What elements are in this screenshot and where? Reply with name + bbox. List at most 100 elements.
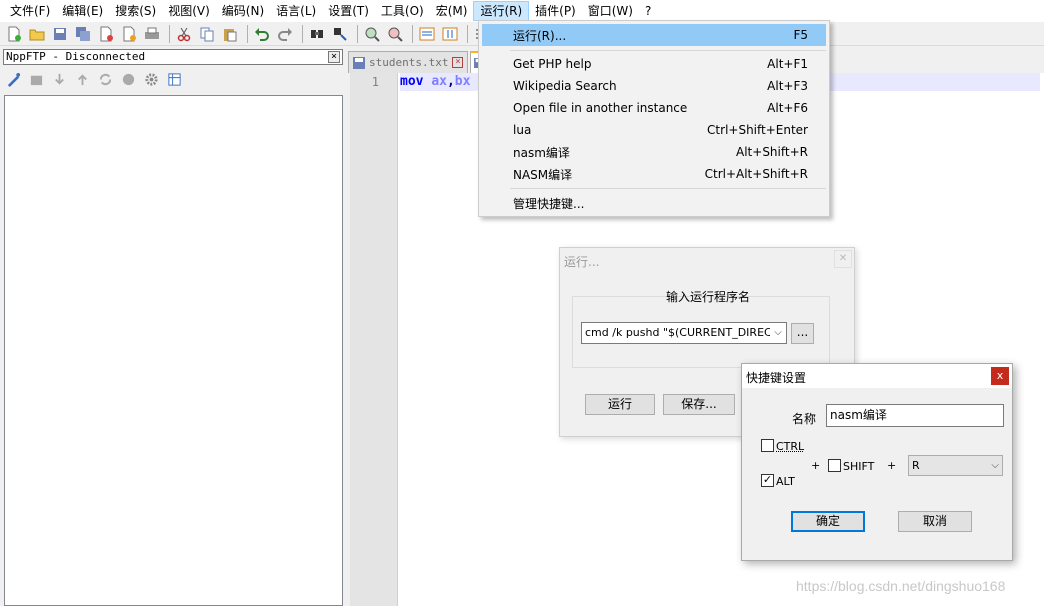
browse-button[interactable]: ... bbox=[791, 323, 814, 344]
chevron-down-icon[interactable]: ⌵ bbox=[770, 323, 786, 343]
new-file-icon[interactable] bbox=[4, 24, 24, 44]
connect-icon[interactable] bbox=[4, 70, 22, 88]
menu-item-shortcut: F5 bbox=[793, 28, 808, 42]
nppftp-panel: NppFTP - Disconnected × bbox=[0, 46, 346, 606]
close-icon[interactable]: x bbox=[991, 367, 1009, 385]
alt-label: ALT bbox=[776, 475, 795, 488]
menu-item-label: Wikipedia Search bbox=[513, 79, 617, 93]
plus-sign: + bbox=[811, 459, 821, 472]
watermark: https://blog.csdn.net/dingshuo168 bbox=[796, 578, 1006, 594]
save-icon bbox=[353, 56, 365, 69]
ctrl-label: CTRL bbox=[776, 440, 805, 453]
close-all-icon[interactable] bbox=[119, 24, 139, 44]
dialog-title: 运行... bbox=[564, 255, 600, 269]
menu-item-label: 运行(R)... bbox=[513, 28, 567, 43]
paste-icon[interactable] bbox=[220, 24, 240, 44]
shift-checkbox[interactable] bbox=[828, 459, 841, 472]
replace-icon[interactable] bbox=[330, 24, 350, 44]
cut-icon[interactable] bbox=[174, 24, 194, 44]
menu-item-shortcut: Alt+F6 bbox=[767, 101, 808, 115]
code-keyword: mov bbox=[400, 74, 424, 89]
menu-search[interactable]: 搜索(S) bbox=[109, 1, 162, 21]
print-icon[interactable] bbox=[142, 24, 162, 44]
toolbar-separator bbox=[467, 24, 468, 43]
run-menu-item-nasm-upper[interactable]: NASM编译 Ctrl+Alt+Shift+R bbox=[482, 163, 826, 185]
menu-item-label: Open file in another instance bbox=[513, 101, 688, 115]
save-all-icon[interactable] bbox=[73, 24, 93, 44]
run-menu-item-manage-shortcuts[interactable]: 管理快捷键... bbox=[482, 192, 826, 214]
menu-help[interactable]: ? bbox=[639, 1, 657, 21]
toolbar-separator bbox=[247, 24, 248, 43]
menu-macro[interactable]: 宏(M) bbox=[430, 1, 474, 21]
key-select[interactable]: R ⌵ bbox=[908, 455, 1003, 476]
run-menu-item-nasm-lower[interactable]: nasm编译 Alt+Shift+R bbox=[482, 141, 826, 163]
nppftp-title-bar: NppFTP - Disconnected × bbox=[3, 49, 343, 65]
undo-icon[interactable] bbox=[252, 24, 272, 44]
copy-icon[interactable] bbox=[197, 24, 217, 44]
alt-checkbox[interactable]: ✓ bbox=[761, 474, 774, 487]
redo-icon[interactable] bbox=[275, 24, 295, 44]
name-field[interactable]: nasm编译 bbox=[826, 404, 1004, 427]
close-icon[interactable]: × bbox=[328, 51, 340, 63]
menu-file[interactable]: 文件(F) bbox=[4, 1, 56, 21]
tab-students-txt[interactable]: students.txt × bbox=[348, 51, 469, 73]
save-button[interactable]: 保存... bbox=[663, 394, 735, 415]
run-button[interactable]: 运行 bbox=[585, 394, 655, 415]
run-menu-item-php-help[interactable]: Get PHP help Alt+F1 bbox=[482, 53, 826, 75]
find-icon[interactable] bbox=[307, 24, 327, 44]
menu-edit[interactable]: 编辑(E) bbox=[56, 1, 109, 21]
ftp-folder-icon[interactable] bbox=[27, 70, 45, 88]
nppftp-title: NppFTP - Disconnected bbox=[6, 50, 146, 63]
open-file-icon[interactable] bbox=[27, 24, 47, 44]
zoom-out-icon[interactable] bbox=[385, 24, 405, 44]
code-register: bx bbox=[454, 74, 471, 89]
nppftp-toolbar bbox=[4, 68, 188, 90]
close-icon[interactable]: × bbox=[452, 57, 464, 68]
menu-encoding[interactable]: 编码(N) bbox=[216, 1, 270, 21]
download-icon[interactable] bbox=[50, 70, 68, 88]
run-menu-item-lua[interactable]: lua Ctrl+Shift+Enter bbox=[482, 119, 826, 141]
save-icon[interactable] bbox=[50, 24, 70, 44]
menu-item-label: lua bbox=[513, 123, 532, 137]
abort-icon[interactable] bbox=[119, 70, 137, 88]
zoom-in-icon[interactable] bbox=[362, 24, 382, 44]
menu-separator bbox=[510, 188, 826, 189]
run-menu-item-open-instance[interactable]: Open file in another instance Alt+F6 bbox=[482, 97, 826, 119]
code-register: ax bbox=[431, 74, 447, 89]
refresh-icon[interactable] bbox=[96, 70, 114, 88]
cancel-button[interactable]: 取消 bbox=[898, 511, 972, 532]
toolbar-separator bbox=[169, 24, 170, 43]
menu-run[interactable]: 运行(R) bbox=[473, 1, 530, 21]
close-icon[interactable]: ✕ bbox=[834, 250, 852, 268]
message-window-icon[interactable] bbox=[165, 70, 183, 88]
ok-button[interactable]: 确定 bbox=[791, 511, 865, 532]
close-file-icon[interactable] bbox=[96, 24, 116, 44]
name-label: 名称 bbox=[792, 412, 817, 426]
run-command-combobox[interactable]: cmd /k pushd "$(CURRENT_DIRECTORY)" ⌵ bbox=[581, 322, 787, 344]
menu-separator bbox=[510, 50, 826, 51]
plus-sign: + bbox=[887, 459, 897, 472]
menu-window[interactable]: 窗口(W) bbox=[582, 1, 639, 21]
menu-item-label: NASM编译 bbox=[513, 167, 573, 182]
ftp-tree-view[interactable] bbox=[4, 95, 343, 606]
menu-language[interactable]: 语言(L) bbox=[270, 1, 322, 21]
menu-plugins[interactable]: 插件(P) bbox=[529, 1, 582, 21]
toolbar-separator bbox=[412, 24, 413, 43]
sync-vertical-icon[interactable] bbox=[417, 24, 437, 44]
menu-view[interactable]: 视图(V) bbox=[162, 1, 216, 21]
chevron-down-icon[interactable]: ⌵ bbox=[991, 456, 999, 475]
toolbar-separator bbox=[302, 24, 303, 43]
menu-item-shortcut: Alt+F3 bbox=[767, 79, 808, 93]
menu-settings[interactable]: 设置(T) bbox=[322, 1, 375, 21]
sync-horizontal-icon[interactable] bbox=[440, 24, 460, 44]
ctrl-checkbox[interactable] bbox=[761, 439, 774, 452]
upload-icon[interactable] bbox=[73, 70, 91, 88]
line-number: 1 bbox=[371, 75, 379, 89]
run-menu-item-run[interactable]: 运行(R)... F5 bbox=[482, 24, 826, 46]
menu-item-label: 管理快捷键... bbox=[513, 196, 585, 211]
shift-label: SHIFT bbox=[843, 460, 875, 473]
menu-item-label: nasm编译 bbox=[513, 145, 570, 160]
run-menu-item-wikipedia[interactable]: Wikipedia Search Alt+F3 bbox=[482, 75, 826, 97]
gear-icon[interactable] bbox=[142, 70, 160, 88]
menu-tools[interactable]: 工具(O) bbox=[375, 1, 430, 21]
